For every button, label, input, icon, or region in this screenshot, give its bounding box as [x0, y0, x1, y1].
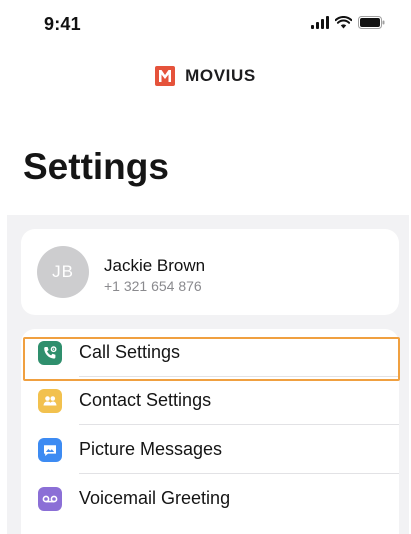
divider: [79, 473, 399, 474]
profile-card[interactable]: JB Jackie Brown +1 321 654 876: [21, 229, 399, 315]
phone-gear-icon: [38, 341, 62, 365]
menu-item-contact-settings[interactable]: Contact Settings: [21, 377, 399, 425]
avatar: JB: [37, 246, 89, 298]
divider: [79, 424, 399, 425]
menu-item-voicemail-greeting[interactable]: Voicemail Greeting: [21, 475, 399, 523]
menu-item-picture-messages[interactable]: Picture Messages: [21, 426, 399, 474]
status-bar: 9:41: [0, 0, 411, 52]
wifi-icon: [335, 16, 352, 29]
menu-item-label: Contact Settings: [79, 390, 212, 410]
status-icons: [311, 16, 385, 29]
page-title: Settings: [23, 146, 169, 187]
user-phone: +1 321 654 876: [104, 278, 202, 294]
movius-logo-icon: [155, 66, 176, 86]
user-name: Jackie Brown: [104, 256, 206, 275]
brand-header: MOVIUS: [0, 66, 411, 86]
settings-content: JB Jackie Brown +1 321 654 876 Call Sett…: [7, 215, 409, 534]
settings-menu: Call Settings Contact Settings Picture M…: [21, 329, 399, 534]
menu-item-call-settings[interactable]: Call Settings: [21, 329, 399, 377]
cellular-signal-icon: [311, 16, 329, 29]
voicemail-icon: [38, 487, 62, 511]
menu-item-label: Voicemail Greeting: [79, 488, 231, 508]
menu-item-label: Picture Messages: [79, 439, 223, 459]
picture-message-icon: [38, 438, 62, 462]
battery-icon: [358, 16, 385, 29]
contacts-icon: [38, 389, 62, 413]
status-time: 9:41: [44, 14, 81, 34]
menu-item-label: Call Settings: [79, 342, 181, 362]
brand-name: MOVIUS: [185, 66, 256, 85]
